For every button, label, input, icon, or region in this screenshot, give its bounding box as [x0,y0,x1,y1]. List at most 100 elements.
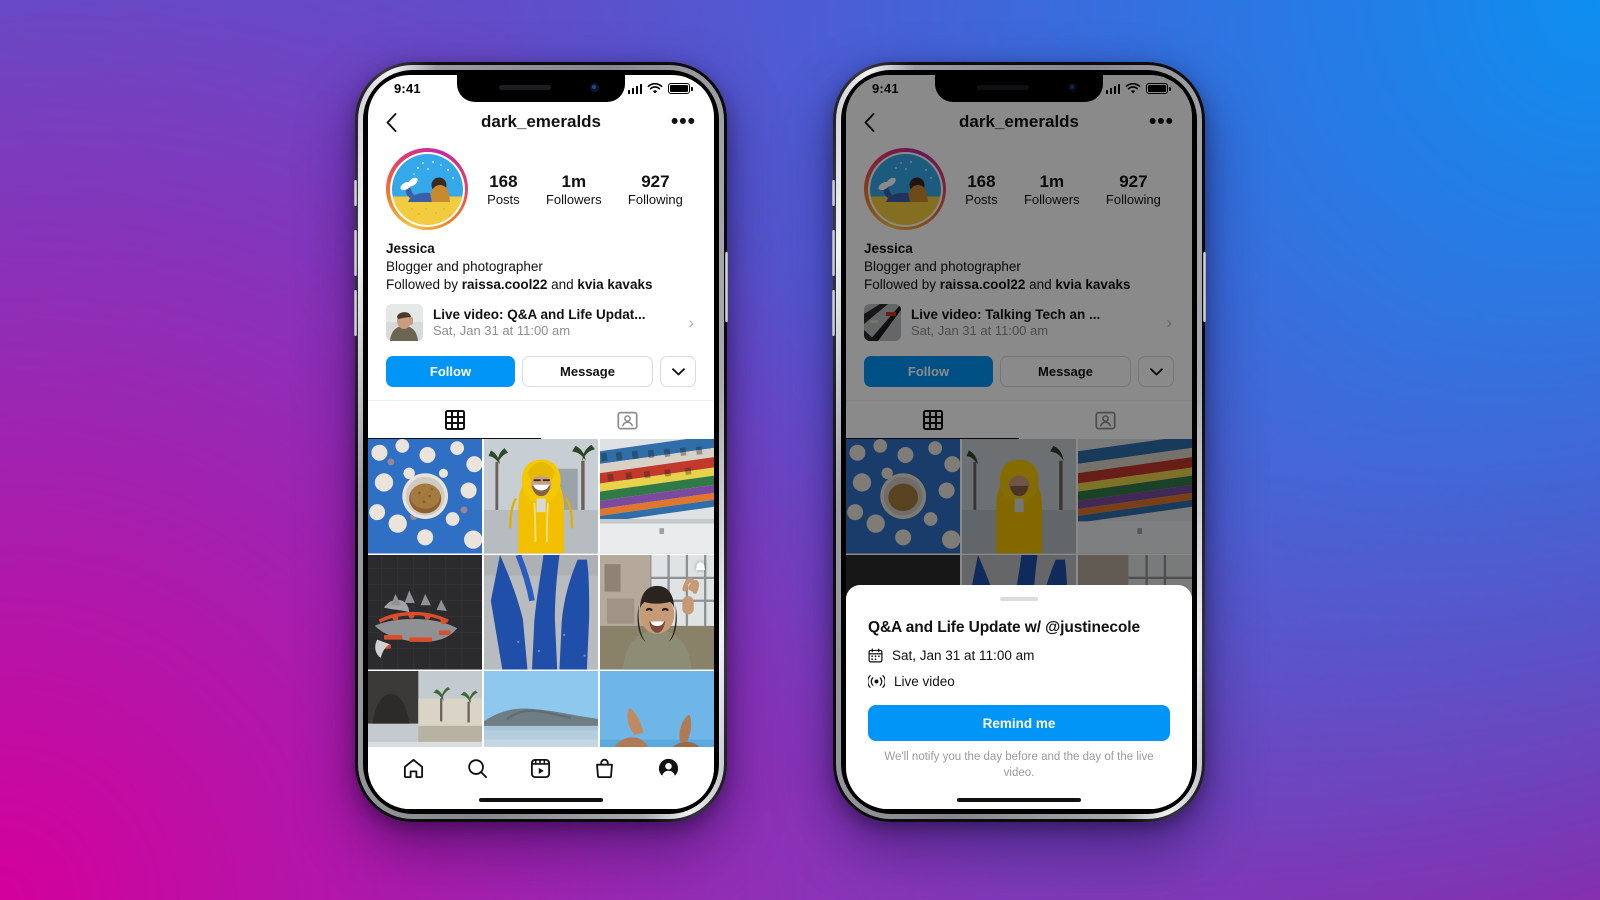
avatar-inner [389,151,465,227]
stat-value: 1m [561,171,587,191]
phone-screen-right: 9:41 dark_emeralds ••• 168 Posts 1m Foll… [846,75,1192,809]
avatar[interactable] [386,148,468,230]
stat-label: Posts [487,192,520,208]
photo-grid [368,439,714,786]
live-video-text: Live video: Q&A and Life Updat... Sat, J… [433,307,678,338]
tab-grid[interactable] [368,401,541,440]
home-icon [404,758,424,779]
volume-down-button[interactable] [354,290,357,336]
mute-switch[interactable] [354,180,357,206]
stat-value: 168 [489,171,518,191]
stat-following[interactable]: 927 Following [628,171,683,207]
sheet-note: We'll notify you the day before and the … [884,751,1154,779]
live-video-bottom-sheet: Q&A and Life Update w/ @justinecole Sat,… [846,585,1192,809]
volume-down-button[interactable] [832,290,835,336]
stat-followers[interactable]: 1m Followers [546,171,602,207]
battery-full-icon [668,83,693,94]
back-button[interactable] [386,112,414,132]
phone-left: 9:41 dark_emeralds ••• 168 Posts 1m Foll… [354,62,728,822]
drag-handle[interactable] [1000,597,1038,601]
chevron-right-icon: › [688,312,694,332]
more-options-button[interactable]: ••• [668,111,696,132]
shop-bag-icon [596,758,613,779]
grid-post[interactable] [368,555,483,670]
page-title: dark_emeralds [480,112,602,131]
followed-user-2[interactable]: kvia kavaks [577,277,652,292]
background-gradient: 9:41 dark_emeralds ••• 168 Posts 1m Foll… [0,0,1600,900]
profile-avatar-icon [658,758,678,779]
search-icon [468,759,487,779]
profile-tabs [368,400,714,440]
followed-by-text: Followed by raissa.cool22 and kvia kavak… [386,276,696,294]
notch [457,75,625,102]
bell-icon [693,561,708,581]
post-image [368,555,483,670]
volume-up-button[interactable] [354,230,357,276]
volume-up-button[interactable] [832,230,835,276]
live-video-title: Live video: Q&A and Life Updat... [433,307,646,323]
grid-post[interactable] [483,439,599,554]
stat-label: Followers [545,192,602,208]
follow-button[interactable]: Follow [386,356,515,388]
sheet-type-text: Live video [894,674,955,689]
sheet-date-row: Sat, Jan 31 at 11:00 am [868,648,1170,663]
wifi-icon [647,82,663,93]
phone-right: 9:41 dark_emeralds ••• 168 Posts 1m Foll… [832,62,1206,822]
post-image [483,439,599,554]
profile-actions: Follow Message [368,345,714,388]
reels-icon [531,758,551,779]
grid-post[interactable] [599,555,714,670]
phone-screen-left: 9:41 dark_emeralds ••• 168 Posts 1m Foll… [368,75,714,809]
followed-mid: and [547,276,578,292]
grid-post[interactable] [368,439,483,554]
sheet-type-row: Live video [868,674,1170,689]
tagged-person-icon [617,411,638,430]
message-button[interactable]: Message [522,356,653,388]
chevron-down-icon [671,368,685,376]
nav-profile-button[interactable] [657,757,680,785]
home-indicator[interactable] [479,797,603,802]
grid-post[interactable] [599,439,714,554]
earpiece-speaker [499,85,551,90]
bio-text: Blogger and photographer [386,258,543,274]
remind-me-button[interactable]: Remind me [868,705,1170,741]
more-actions-button[interactable] [660,356,696,388]
nav-search-button[interactable] [466,757,489,785]
live-video-banner[interactable]: Live video: Q&A and Life Updat... Sat, J… [368,293,714,345]
nav-home-button[interactable] [402,757,425,785]
live-broadcast-icon [868,675,885,688]
profile-stats: 168 Posts 1m Followers 927 Following [468,171,696,207]
stat-label: Following [627,192,683,208]
live-video-thumbnail [386,304,423,342]
sheet-title: Q&A and Life Update w/ @justinecole [868,619,1140,636]
calendar-icon [868,648,883,663]
stat-value: 927 [641,171,670,191]
display-name: Jessica [386,241,435,256]
front-camera [590,83,599,92]
chevron-left-icon [386,112,397,132]
power-button[interactable] [725,252,728,322]
grid-icon [444,410,465,431]
profile-bio: Jessica Blogger and photographer Followe… [368,230,714,293]
power-button[interactable] [1203,252,1206,322]
profile-header: 168 Posts 1m Followers 927 Following [368,144,714,230]
nav-header: dark_emeralds ••• [368,102,714,144]
tab-tagged[interactable] [541,401,714,439]
live-video-subtitle: Sat, Jan 31 at 11:00 am [433,323,571,339]
post-image [599,439,714,554]
home-indicator[interactable] [957,797,1081,802]
mute-switch[interactable] [832,180,835,206]
status-time: 9:41 [394,81,421,96]
nav-shop-button[interactable] [593,757,616,785]
nav-reels-button[interactable] [529,757,552,785]
followed-user-1[interactable]: raissa.cool22 [462,277,548,292]
cellular-bars-icon [627,83,642,94]
avatar-illustration [391,153,463,225]
post-image [368,439,483,554]
grid-post[interactable] [483,555,599,670]
post-image [483,555,599,670]
followed-prefix: Followed by [386,276,462,292]
sheet-date-text: Sat, Jan 31 at 11:00 am [892,648,1035,663]
status-icons [627,82,693,95]
stat-posts[interactable]: 168 Posts [487,171,520,207]
